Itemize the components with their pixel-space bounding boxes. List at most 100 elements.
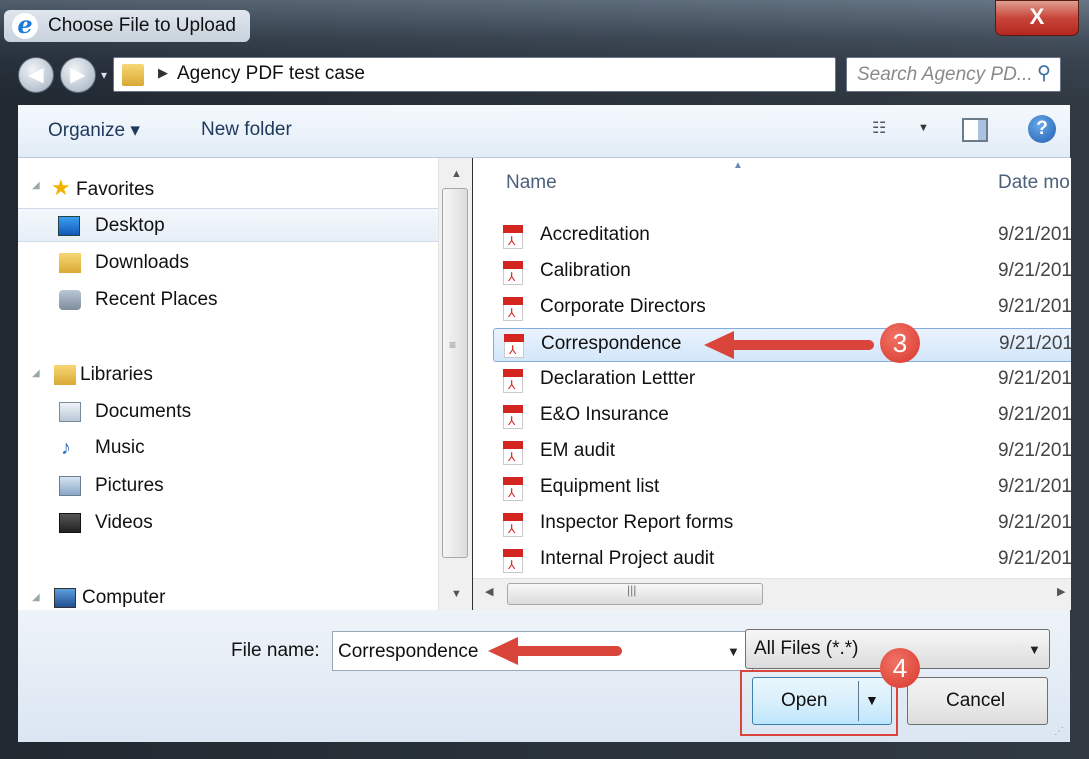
file-date: 9/21/201 bbox=[998, 512, 1071, 533]
cancel-label: Cancel bbox=[946, 690, 1006, 711]
pictures-icon bbox=[59, 476, 81, 496]
nav-libraries[interactable]: Libraries bbox=[54, 358, 153, 392]
nav-documents[interactable]: Documents bbox=[59, 395, 191, 429]
pdf-icon bbox=[503, 225, 523, 249]
file-row[interactable]: Corporate Directors 9/21/201 bbox=[493, 292, 1071, 326]
pdf-icon bbox=[503, 261, 523, 285]
breadcrumb-arrow-icon[interactable]: ▶ bbox=[158, 65, 168, 81]
file-name: E&O Insurance bbox=[540, 404, 669, 425]
ie-icon: e bbox=[12, 13, 38, 39]
collapse-icon[interactable]: ◢ bbox=[32, 368, 40, 379]
file-date: 9/21/201 bbox=[998, 440, 1071, 461]
nav-downloads[interactable]: Downloads bbox=[59, 246, 189, 280]
file-type-value: All Files (*.*) bbox=[754, 638, 859, 659]
window-title: Choose File to Upload bbox=[4, 10, 250, 42]
pdf-icon bbox=[503, 513, 523, 537]
command-toolbar: Organize ▾ New folder ☷ ▼ ? bbox=[18, 105, 1070, 158]
file-date: 9/21/201 bbox=[998, 548, 1071, 569]
pdf-icon bbox=[503, 477, 523, 501]
file-row[interactable]: EM audit 9/21/201 bbox=[493, 436, 1071, 470]
scroll-grip-icon: ||| bbox=[627, 583, 637, 597]
file-type-dropdown-icon: ▼ bbox=[1028, 642, 1041, 657]
views-dropdown-icon[interactable]: ▼ bbox=[918, 122, 929, 134]
file-name: Declaration Lettter bbox=[540, 368, 696, 389]
nav-recent-places[interactable]: Recent Places bbox=[59, 283, 218, 317]
search-input[interactable]: Search Agency PD... ⚲ bbox=[846, 57, 1061, 92]
nav-pictures[interactable]: Pictures bbox=[59, 469, 164, 503]
file-name: EM audit bbox=[540, 440, 615, 461]
step-badge-3: 3 bbox=[880, 323, 920, 363]
scroll-left-icon[interactable]: ◀ bbox=[485, 585, 493, 598]
scroll-thumb[interactable] bbox=[442, 188, 468, 558]
arrow-3 bbox=[728, 340, 874, 350]
file-name: Correspondence bbox=[541, 333, 682, 354]
column-header-name[interactable]: Name bbox=[506, 172, 557, 194]
scroll-up-icon[interactable]: ▲ bbox=[451, 168, 462, 180]
computer-icon bbox=[54, 588, 76, 608]
file-row[interactable]: Accreditation 9/21/201 bbox=[493, 220, 1071, 254]
nav-desktop[interactable]: Desktop bbox=[18, 208, 438, 242]
resize-grip-icon[interactable]: ⋰ bbox=[1054, 726, 1064, 737]
file-name: Calibration bbox=[540, 260, 631, 281]
file-date: 9/21/201 bbox=[999, 333, 1071, 354]
scroll-down-icon[interactable]: ▼ bbox=[451, 588, 462, 600]
collapse-icon[interactable]: ◢ bbox=[32, 592, 40, 603]
help-icon[interactable]: ? bbox=[1028, 115, 1056, 143]
forward-icon[interactable]: ▶ bbox=[60, 57, 96, 93]
file-name: Internal Project audit bbox=[540, 548, 715, 569]
star-icon: ★ bbox=[51, 175, 71, 200]
file-row[interactable]: E&O Insurance 9/21/201 bbox=[493, 400, 1071, 434]
file-name-value: Correspondence bbox=[338, 641, 479, 662]
file-date: 9/21/201 bbox=[998, 476, 1071, 497]
music-icon: ♪ bbox=[61, 437, 71, 459]
file-name: Corporate Directors bbox=[540, 296, 706, 317]
pdf-icon bbox=[503, 441, 523, 465]
history-dropdown-icon[interactable]: ▾ bbox=[101, 68, 107, 82]
file-list: ▲ Name Date mo Accreditation9/21/201Cali… bbox=[473, 158, 1071, 578]
file-name: Accreditation bbox=[540, 224, 650, 245]
open-highlight-box bbox=[740, 670, 898, 736]
pdf-icon bbox=[503, 405, 523, 429]
organize-menu[interactable]: Organize ▾ bbox=[48, 119, 140, 142]
nav-music[interactable]: ♪ Music bbox=[61, 431, 145, 465]
file-row[interactable]: Calibration 9/21/201 bbox=[493, 256, 1071, 290]
pdf-icon bbox=[503, 369, 523, 393]
file-row[interactable]: Declaration Lettter 9/21/201 bbox=[493, 364, 1071, 398]
address-bar[interactable]: ▶ Agency PDF test case ▼ ⇆ bbox=[113, 57, 929, 92]
file-row[interactable]: Equipment list 9/21/201 bbox=[493, 472, 1071, 506]
views-icon[interactable]: ☷ bbox=[872, 118, 898, 140]
pdf-icon bbox=[503, 549, 523, 573]
new-folder-button[interactable]: New folder bbox=[201, 119, 292, 141]
file-name-dropdown-icon[interactable]: ▼ bbox=[727, 644, 740, 659]
breadcrumb-path[interactable]: Agency PDF test case bbox=[177, 63, 365, 85]
column-header-date[interactable]: Date mo bbox=[998, 172, 1070, 194]
cancel-button[interactable]: Cancel bbox=[907, 677, 1048, 725]
preview-pane-icon[interactable] bbox=[962, 118, 988, 142]
nav-favorites[interactable]: ★ Favorites bbox=[51, 171, 154, 205]
nav-computer[interactable]: Computer bbox=[54, 581, 165, 610]
nav-videos[interactable]: Videos bbox=[59, 506, 153, 540]
file-row[interactable]: Internal Project audit 9/21/201 bbox=[493, 544, 1071, 578]
close-button[interactable]: X bbox=[995, 0, 1079, 36]
scroll-right-icon[interactable]: ▶ bbox=[1057, 585, 1065, 598]
desktop-icon bbox=[58, 216, 80, 236]
file-dialog-window: Choose File to Upload e X ◀ ▶ ▾ ▶ Agency… bbox=[0, 0, 1089, 759]
folder-icon bbox=[122, 64, 144, 86]
step-badge-4: 4 bbox=[880, 648, 920, 688]
videos-icon bbox=[59, 513, 81, 533]
file-date: 9/21/201 bbox=[998, 404, 1071, 425]
sort-caret-icon: ▲ bbox=[733, 160, 743, 171]
file-name: Equipment list bbox=[540, 476, 660, 497]
back-icon[interactable]: ◀ bbox=[18, 57, 54, 93]
file-row[interactable]: Inspector Report forms 9/21/201 bbox=[493, 508, 1071, 542]
search-placeholder: Search Agency PD... bbox=[857, 64, 1033, 85]
file-name-label: File name: bbox=[231, 640, 320, 661]
nav-vertical-scrollbar[interactable]: ▲ ≡ ▼ bbox=[438, 158, 472, 610]
scroll-grip-icon: ≡ bbox=[449, 338, 457, 352]
libraries-icon bbox=[54, 365, 76, 385]
documents-icon bbox=[59, 402, 81, 422]
collapse-icon[interactable]: ◢ bbox=[32, 180, 40, 191]
search-icon[interactable]: ⚲ bbox=[1037, 62, 1051, 85]
navigation-pane: ◢ ★ Favorites Desktop Downloads Recent P… bbox=[18, 158, 472, 610]
file-horizontal-scrollbar[interactable]: ◀ ||| ▶ bbox=[473, 578, 1071, 610]
